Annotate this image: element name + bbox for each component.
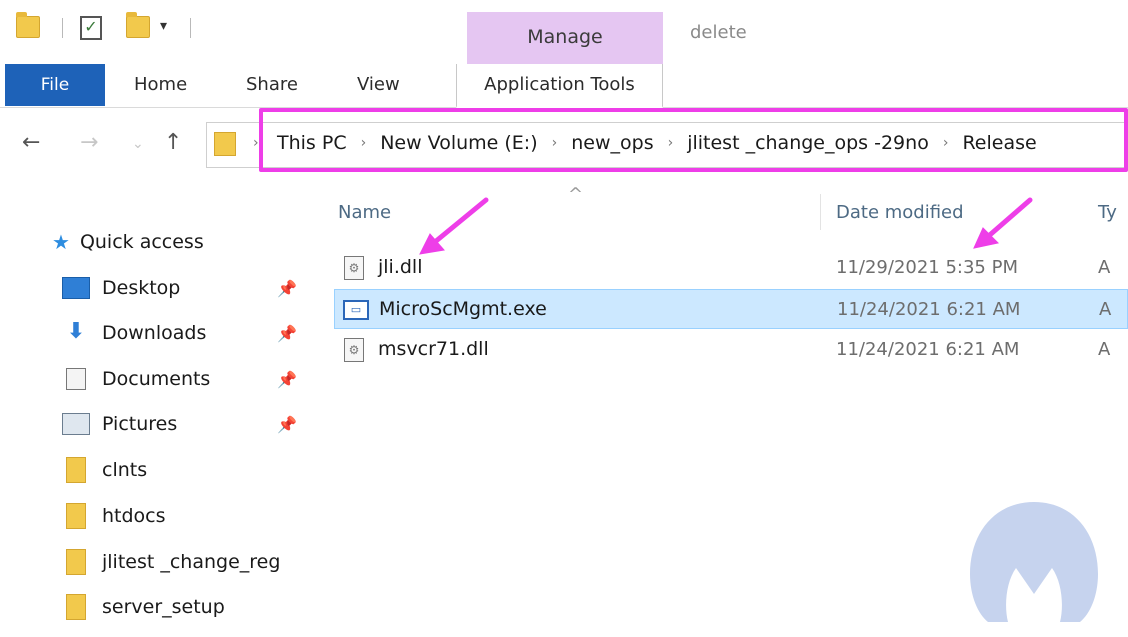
annotation-arrow-name [427,197,489,249]
malwarebytes-logo-icon [970,502,1098,622]
annotation-arrows [419,197,1033,255]
annotation-arrow-date [981,197,1033,243]
